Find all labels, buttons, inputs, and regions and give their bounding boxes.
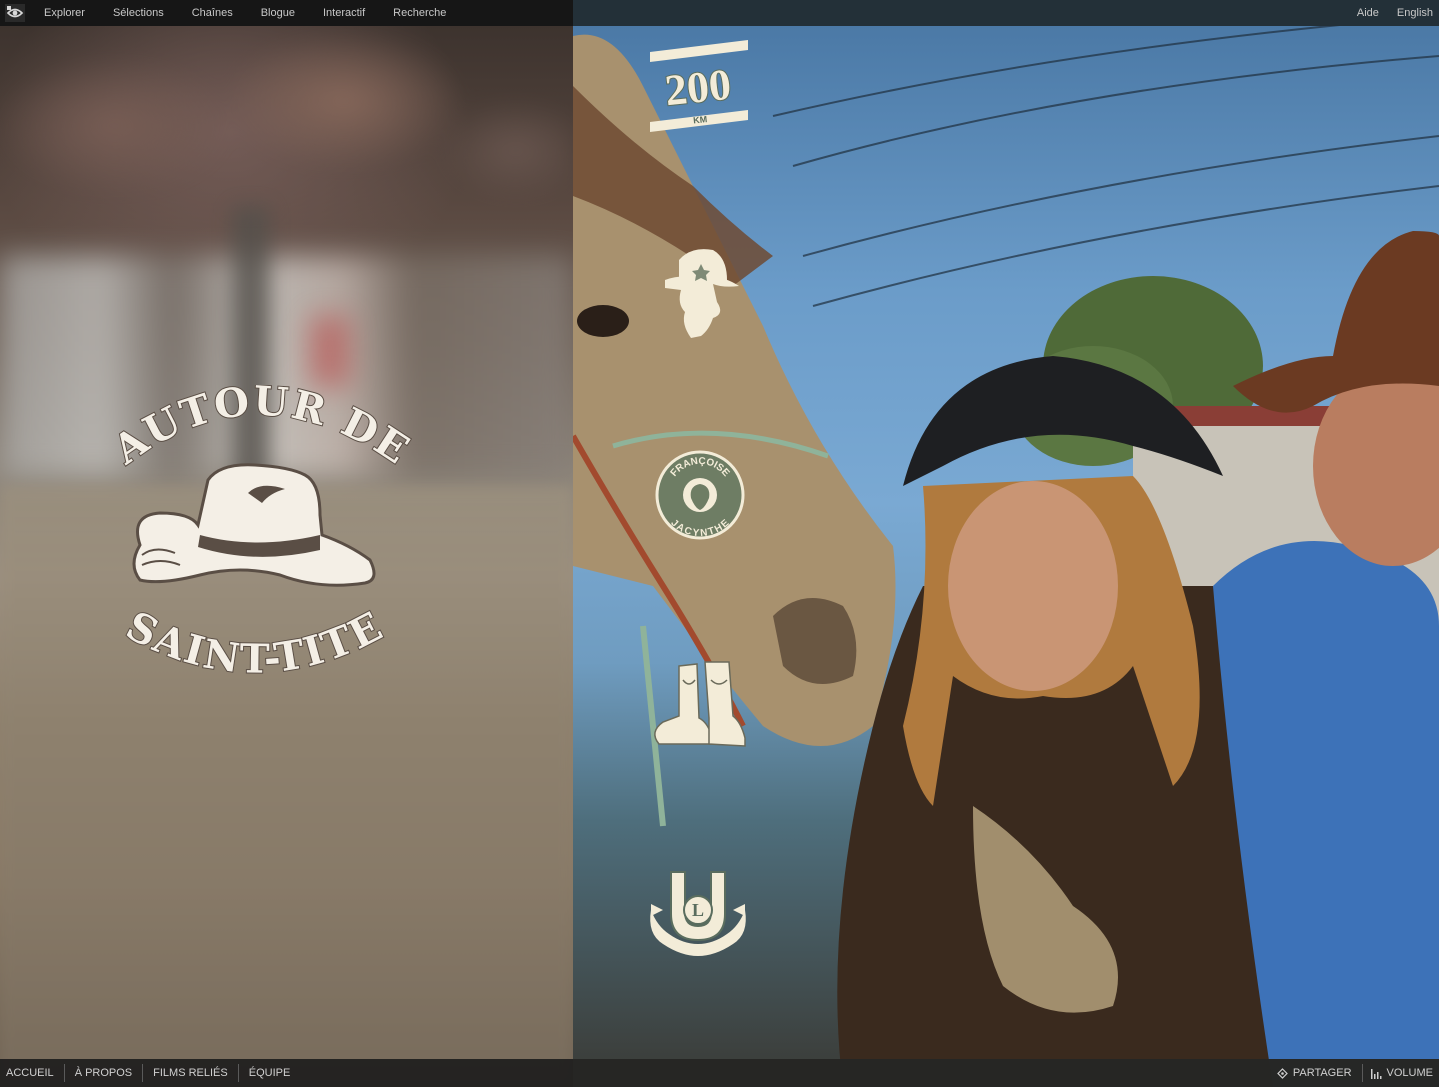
top-navigation-bar: Explorer Sélections Chaînes Blogue Inter… <box>0 0 1439 26</box>
blurred-sign <box>310 316 350 386</box>
cowboy-boots-icon <box>654 661 746 747</box>
footer-divider <box>142 1064 144 1082</box>
nav-utility-links: Aide English <box>1339 0 1433 26</box>
footer-accueil[interactable]: ACCUEIL <box>0 1067 64 1079</box>
cowgirl-portrait-icon <box>665 249 739 338</box>
title-line-2: SAINT-TITE <box>119 602 392 683</box>
share-button[interactable]: PARTAGER <box>1269 1067 1352 1079</box>
title-line-1: AUTOUR DE <box>104 385 419 474</box>
nav-language-toggle[interactable]: English <box>1397 7 1433 19</box>
footer-links: ACCUEIL À PROPOS FILMS RELIÉS ÉQUIPE <box>0 1059 300 1087</box>
horseshoe-letter: L <box>692 900 704 920</box>
volume-bars-icon <box>1370 1068 1382 1079</box>
nav-help[interactable]: Aide <box>1357 7 1379 19</box>
nav-selections[interactable]: Sélections <box>113 7 164 19</box>
nav-blogue[interactable]: Blogue <box>261 7 295 19</box>
footer-a-propos[interactable]: À PROPOS <box>69 1067 142 1079</box>
footer-films-relies[interactable]: FILMS RELIÉS <box>147 1067 238 1079</box>
nfb-eye-icon[interactable] <box>5 4 25 22</box>
cowboy-hat-icon <box>132 463 376 587</box>
volume-button[interactable]: VOLUME <box>1363 1067 1433 1079</box>
character-boots-badge[interactable] <box>649 658 747 750</box>
volume-label: VOLUME <box>1386 1067 1433 1079</box>
distance-number: 200 <box>663 60 734 116</box>
top-bar-right-section <box>573 0 1439 26</box>
character-cowgirl-badge[interactable] <box>661 244 743 340</box>
character-francoise-jacynthe-badge[interactable]: FRANÇOISE JACYNTHE <box>655 450 745 540</box>
main-nav-links: Explorer Sélections Chaînes Blogue Inter… <box>30 0 460 26</box>
footer-divider <box>63 1064 65 1082</box>
footer-equipe[interactable]: ÉQUIPE <box>243 1067 301 1079</box>
footer-controls: PARTAGER VOLUME <box>1269 1059 1433 1087</box>
bottom-footer-bar: ACCUEIL À PROPOS FILMS RELIÉS ÉQUIPE PAR… <box>0 1059 1439 1087</box>
nav-explorer[interactable]: Explorer <box>44 7 85 19</box>
footer-divider <box>237 1064 239 1082</box>
nav-recherche[interactable]: Recherche <box>393 7 446 19</box>
character-horseshoe-badge[interactable]: L <box>647 864 749 958</box>
character-selection-panel: 200 KM FRANÇOISE JACYNTHE L <box>573 26 1439 1087</box>
nav-chaines[interactable]: Chaînes <box>192 7 233 19</box>
distance-200km-badge[interactable]: 200 KM <box>648 38 750 134</box>
film-title-logo[interactable]: AUTOUR DE SAINT-TITE <box>80 385 430 705</box>
nav-interactif[interactable]: Interactif <box>323 7 365 19</box>
distance-unit: KM <box>693 114 708 125</box>
blurred-crowd-background <box>0 26 573 276</box>
share-label: PARTAGER <box>1292 1067 1352 1079</box>
share-icon <box>1276 1067 1288 1079</box>
